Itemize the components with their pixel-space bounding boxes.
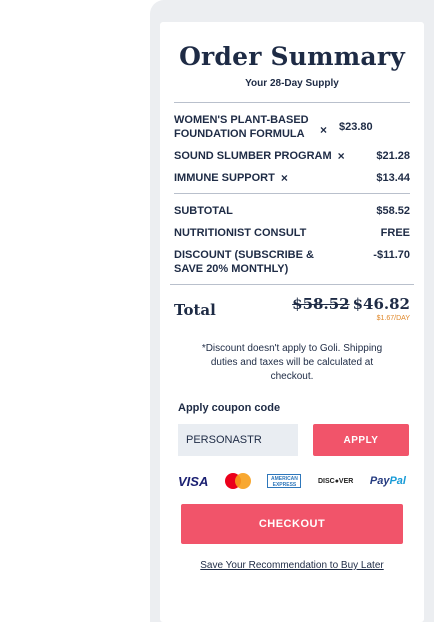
item-name: SOUND SLUMBER PROGRAM bbox=[174, 150, 332, 162]
total-row: Total $58.52 $46.82 $1.67/DAY bbox=[170, 284, 414, 322]
apply-coupon-button[interactable]: APPLY bbox=[313, 424, 409, 456]
subtotal-row: SUBTOTAL $58.52 bbox=[174, 204, 410, 218]
consult-label: NUTRITIONIST CONSULT bbox=[174, 227, 307, 239]
consult-row: NUTRITIONIST CONSULT FREE bbox=[174, 226, 410, 240]
discount-label: DISCOUNT (SUBSCRIBE & SAVE 20% MONTHLY) bbox=[174, 249, 314, 275]
discounted-price: $46.82 bbox=[352, 295, 410, 313]
amex-icon: AMERICAN EXPRESS bbox=[267, 474, 302, 488]
coupon-input[interactable] bbox=[178, 424, 298, 456]
item-price: $21.28 bbox=[376, 150, 410, 162]
total-label: Total bbox=[174, 301, 216, 319]
total-prices: $58.52 $46.82 $1.67/DAY bbox=[292, 295, 410, 322]
remove-item-icon[interactable]: × bbox=[338, 149, 345, 163]
checkout-button[interactable]: CHECKOUT bbox=[181, 504, 403, 544]
discount-value: -$11.70 bbox=[373, 249, 410, 261]
discover-icon: DISC●VER bbox=[317, 477, 354, 485]
payment-methods: VISA AMERICAN EXPRESS DISC●VER PayPal bbox=[174, 470, 410, 492]
item-name: IMMUNE SUPPORT bbox=[174, 172, 275, 184]
subtotal-label: SUBTOTAL bbox=[174, 205, 233, 217]
discount-row: DISCOUNT (SUBSCRIBE & SAVE 20% MONTHLY) … bbox=[174, 248, 410, 276]
remove-item-icon[interactable]: × bbox=[320, 123, 327, 137]
discount-disclaimer: *Discount doesn't apply to Goli. Shippin… bbox=[201, 343, 383, 382]
mastercard-icon bbox=[224, 473, 251, 489]
item-price: $13.44 bbox=[376, 172, 410, 184]
paypal-icon: PayPal bbox=[369, 475, 406, 487]
item-name: WOMEN'S PLANT-BASED FOUNDATION FORMULA bbox=[174, 114, 309, 140]
visa-icon: VISA bbox=[178, 473, 209, 489]
original-price: $58.52 bbox=[292, 295, 350, 313]
line-item: SOUND SLUMBER PROGRAM × $21.28 bbox=[174, 149, 410, 163]
remove-item-icon[interactable]: × bbox=[281, 171, 288, 185]
price-summary: SUBTOTAL $58.52 NUTRITIONIST CONSULT FRE… bbox=[174, 193, 410, 276]
supply-subtitle: Your 28-Day Supply bbox=[245, 78, 339, 89]
consult-value: FREE bbox=[380, 227, 410, 239]
save-for-later-link[interactable]: Save Your Recommendation to Buy Later bbox=[174, 560, 410, 571]
item-price: $23.80 bbox=[339, 121, 373, 133]
coupon-form: APPLY bbox=[174, 424, 410, 456]
line-item: WOMEN'S PLANT-BASED FOUNDATION FORMULA ×… bbox=[174, 113, 410, 141]
per-day-price: $1.67/DAY bbox=[376, 315, 410, 322]
order-summary-card: Order Summary Your 28-Day Supply WOMEN'S… bbox=[160, 22, 424, 622]
coupon-label: Apply coupon code bbox=[178, 402, 281, 414]
subtotal-value: $58.52 bbox=[376, 205, 410, 217]
page-title: Order Summary bbox=[179, 42, 405, 71]
line-item: IMMUNE SUPPORT × $13.44 bbox=[174, 171, 410, 185]
line-items: WOMEN'S PLANT-BASED FOUNDATION FORMULA ×… bbox=[174, 102, 410, 185]
